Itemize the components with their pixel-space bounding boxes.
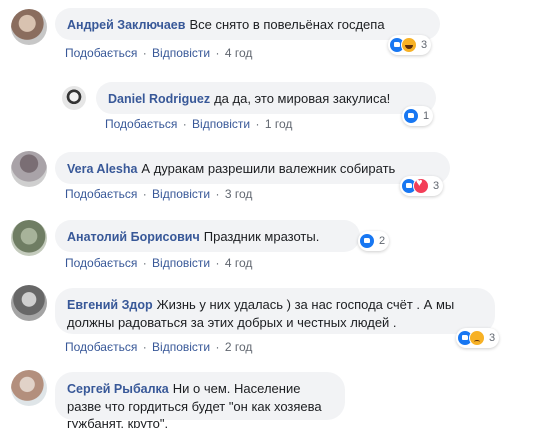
comment-time[interactable]: 4 год [225,46,253,60]
comment-author[interactable]: Андрей Заключаев [67,18,185,32]
separator: · [142,187,147,201]
like-reaction-icon [403,108,419,124]
comment-author[interactable]: Vera Alesha [67,162,137,176]
comment-text: А дуракам разрешили валежник собирать [141,161,396,176]
reaction-count: 1 [423,110,430,122]
reaction-count: 3 [433,180,440,192]
reactions-summary[interactable]: 3 [456,328,500,348]
separator: · [215,187,220,201]
comment-bubble: Vera Alesha А дуракам разрешили валежник … [55,152,450,184]
reply-link[interactable]: Відповісти [152,187,210,201]
separator: · [182,117,187,131]
reaction-count: 2 [379,235,386,247]
comment-text: да да, это мировая закулиса! [214,91,391,106]
avatar[interactable] [11,370,47,406]
haha-reaction-icon [401,37,417,53]
comment-bubble: Андрей Заключаев Все снято в повельёнах г… [55,8,440,40]
reaction-count: 3 [421,39,428,51]
comment-time[interactable]: 2 год [225,340,253,354]
separator: · [255,117,260,131]
comment-actions: Подобається · Відповісти · 2 год [65,340,252,354]
like-link[interactable]: Подобається [105,117,177,131]
comment-author[interactable]: Анатолий Борисович [67,230,200,244]
separator: · [142,256,147,270]
comment-actions: Подобається · Відповісти · 4 год [65,46,252,60]
comment-author[interactable]: Daniel Rodriguez [108,92,210,106]
comment-actions: Подобається · Відповісти · 4 год [65,256,252,270]
comment-time[interactable]: 4 год [225,256,253,270]
separator: · [215,46,220,60]
comment-text: Все снято в повельёнах госдепа [189,17,385,32]
comment-bubble: Анатолий Борисович Праздник мразоты. [55,220,360,252]
comment-time[interactable]: 3 год [225,187,253,201]
comment-actions: Подобається · Відповісти · 1 год [105,117,292,131]
comment-author[interactable]: Сергей Рыбалка [67,382,169,396]
reaction-count: 3 [489,332,496,344]
like-link[interactable]: Подобається [65,187,137,201]
comment-time[interactable]: 1 год [265,117,293,131]
like-reaction-icon [359,233,375,249]
like-link[interactable]: Подобається [65,46,137,60]
reply-link[interactable]: Відповісти [152,340,210,354]
reactions-summary[interactable]: 3 [400,176,444,196]
avatar[interactable] [11,220,47,256]
reply-link[interactable]: Відповісти [152,256,210,270]
separator: · [142,46,147,60]
comment-actions: Подобається · Відповісти · 3 год [65,187,252,201]
comment-text: Праздник мразоты. [203,229,320,244]
avatar[interactable] [11,9,47,45]
love-reaction-icon [413,177,429,194]
like-link[interactable]: Подобається [65,256,137,270]
avatar[interactable] [62,86,86,110]
separator: · [215,340,220,354]
reactions-summary[interactable]: 3 [388,35,432,55]
sad-reaction-icon [469,330,485,346]
comment-author[interactable]: Евгений Здор [67,298,153,312]
like-link[interactable]: Подобається [65,340,137,354]
comment-bubble: Сергей Рыбалка Ни о чем. Население разве … [55,372,345,428]
comment-bubble: Евгений Здор Жизнь у них удалась ) за нас… [55,288,495,334]
separator: · [215,256,220,270]
avatar[interactable] [11,285,47,321]
reactions-summary[interactable]: 2 [358,231,390,251]
reply-link[interactable]: Відповісти [152,46,210,60]
reply-link[interactable]: Відповісти [192,117,250,131]
avatar[interactable] [11,151,47,187]
comment-bubble: Daniel Rodriguez да да, это мировая закул… [96,82,436,114]
reactions-summary[interactable]: 1 [402,106,434,126]
separator: · [142,340,147,354]
